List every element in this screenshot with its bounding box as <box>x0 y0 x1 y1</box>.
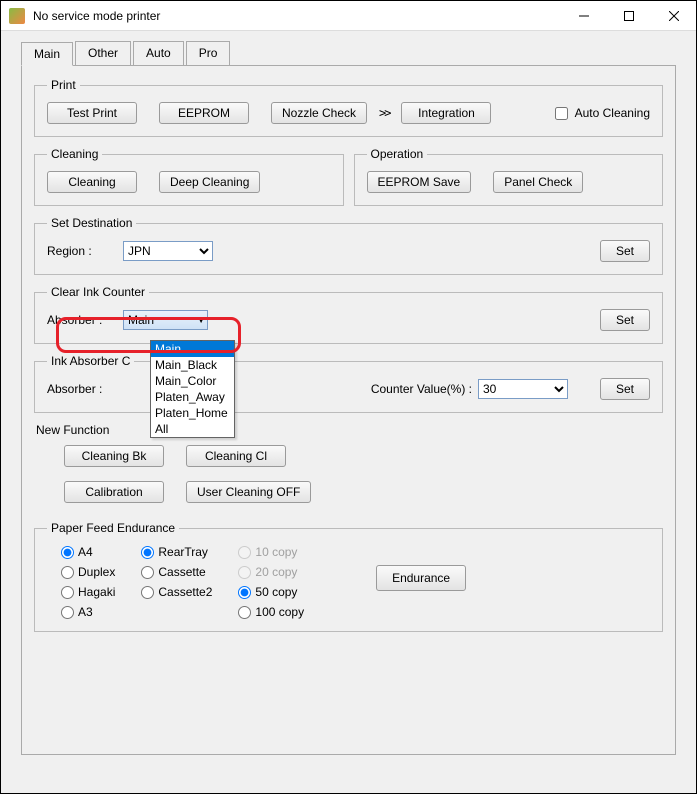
cleaning-group: Cleaning Cleaning Deep Cleaning <box>34 147 344 206</box>
radio-hagaki[interactable]: Hagaki <box>61 585 115 599</box>
nozzle-check-button[interactable]: Nozzle Check <box>271 102 367 124</box>
radio-duplex[interactable]: Duplex <box>61 565 115 579</box>
cleaning-bk-button[interactable]: Cleaning Bk <box>64 445 164 467</box>
operation-group: Operation EEPROM Save Panel Check <box>354 147 664 206</box>
eeprom-save-button[interactable]: EEPROM Save <box>367 171 472 193</box>
cleaning-legend: Cleaning <box>47 147 102 161</box>
dropdown-option[interactable]: All <box>151 421 234 437</box>
absorber-value: Main <box>128 313 154 327</box>
panel-check-button[interactable]: Panel Check <box>493 171 583 193</box>
clear-ink-legend: Clear Ink Counter <box>47 285 149 299</box>
radio-10copy: 10 copy <box>238 545 304 559</box>
print-legend: Print <box>47 78 80 92</box>
window-title: No service mode printer <box>33 9 561 23</box>
titlebar: No service mode printer <box>1 1 696 31</box>
dropdown-option[interactable]: Platen_Home <box>151 405 234 421</box>
cleaning-button[interactable]: Cleaning <box>47 171 137 193</box>
radio-cassette[interactable]: Cassette <box>141 565 212 579</box>
chevron-down-icon: ▼ <box>197 316 205 325</box>
cleaning-cl-button[interactable]: Cleaning Cl <box>186 445 286 467</box>
copy-count-column: 10 copy 20 copy 50 copy 100 copy <box>238 545 304 619</box>
ink-absorber-label: Absorber : <box>47 382 117 396</box>
radio-a3[interactable]: A3 <box>61 605 115 619</box>
absorber-dropdown-list[interactable]: Main Main_Black Main_Color Platen_Away P… <box>150 340 235 438</box>
paper-feed-group: Paper Feed Endurance A4 Duplex Hagaki A3… <box>34 521 663 632</box>
deep-cleaning-button[interactable]: Deep Cleaning <box>159 171 260 193</box>
tab-bar: Main Other Auto Pro <box>21 41 676 66</box>
eeprom-button[interactable]: EEPROM <box>159 102 249 124</box>
arrow-icon: >> <box>373 106 395 120</box>
radio-100copy[interactable]: 100 copy <box>238 605 304 619</box>
maximize-button[interactable] <box>606 2 651 30</box>
tab-auto[interactable]: Auto <box>133 41 184 65</box>
user-cleaning-off-button[interactable]: User Cleaning OFF <box>186 481 311 503</box>
radio-50copy[interactable]: 50 copy <box>238 585 304 599</box>
print-group: Print Test Print EEPROM Nozzle Check >> … <box>34 78 663 137</box>
new-function-label: New Function <box>36 423 663 437</box>
minimize-button[interactable] <box>561 2 606 30</box>
endurance-button[interactable]: Endurance <box>376 565 466 591</box>
dropdown-option[interactable]: Main_Color <box>151 373 234 389</box>
integration-button[interactable]: Integration <box>401 102 491 124</box>
region-select[interactable]: JPN <box>123 241 213 261</box>
close-button[interactable] <box>651 2 696 30</box>
tab-pro[interactable]: Pro <box>186 41 231 65</box>
ink-absorber-set-button[interactable]: Set <box>600 378 650 400</box>
tab-panel: Print Test Print EEPROM Nozzle Check >> … <box>21 65 676 755</box>
clear-ink-counter-group: Clear Ink Counter Absorber : Main ▼ Set <box>34 285 663 344</box>
radio-20copy: 20 copy <box>238 565 304 579</box>
region-label: Region : <box>47 244 117 258</box>
calibration-button[interactable]: Calibration <box>64 481 164 503</box>
app-icon <box>9 8 25 24</box>
counter-value-label: Counter Value(%) : <box>371 382 472 396</box>
absorber-label: Absorber : <box>47 313 117 327</box>
absorber-select[interactable]: Main ▼ <box>123 310 208 330</box>
radio-a4[interactable]: A4 <box>61 545 115 559</box>
radio-reartray[interactable]: RearTray <box>141 545 212 559</box>
radio-cassette2[interactable]: Cassette2 <box>141 585 212 599</box>
counter-value-select[interactable]: 30 <box>478 379 568 399</box>
auto-cleaning-checkbox[interactable]: Auto Cleaning <box>551 104 650 123</box>
tab-other[interactable]: Other <box>75 41 131 65</box>
dropdown-option[interactable]: Main <box>151 341 234 357</box>
test-print-button[interactable]: Test Print <box>47 102 137 124</box>
set-destination-legend: Set Destination <box>47 216 136 230</box>
auto-cleaning-label: Auto Cleaning <box>575 106 650 120</box>
tab-main[interactable]: Main <box>21 42 73 66</box>
paper-feed-legend: Paper Feed Endurance <box>47 521 179 535</box>
ink-absorber-legend: Ink Absorber C <box>47 354 134 368</box>
paper-size-column: A4 Duplex Hagaki A3 <box>61 545 115 619</box>
clear-ink-set-button[interactable]: Set <box>600 309 650 331</box>
app-window: No service mode printer Main Other Auto … <box>0 0 697 794</box>
paper-source-column: RearTray Cassette Cassette2 <box>141 545 212 599</box>
operation-legend: Operation <box>367 147 428 161</box>
dropdown-option[interactable]: Main_Black <box>151 357 234 373</box>
auto-cleaning-input[interactable] <box>555 107 568 120</box>
dropdown-option[interactable]: Platen_Away <box>151 389 234 405</box>
set-destination-group: Set Destination Region : JPN Set <box>34 216 663 275</box>
ink-absorber-group: Ink Absorber C Absorber : Counter Value(… <box>34 354 663 413</box>
set-destination-button[interactable]: Set <box>600 240 650 262</box>
